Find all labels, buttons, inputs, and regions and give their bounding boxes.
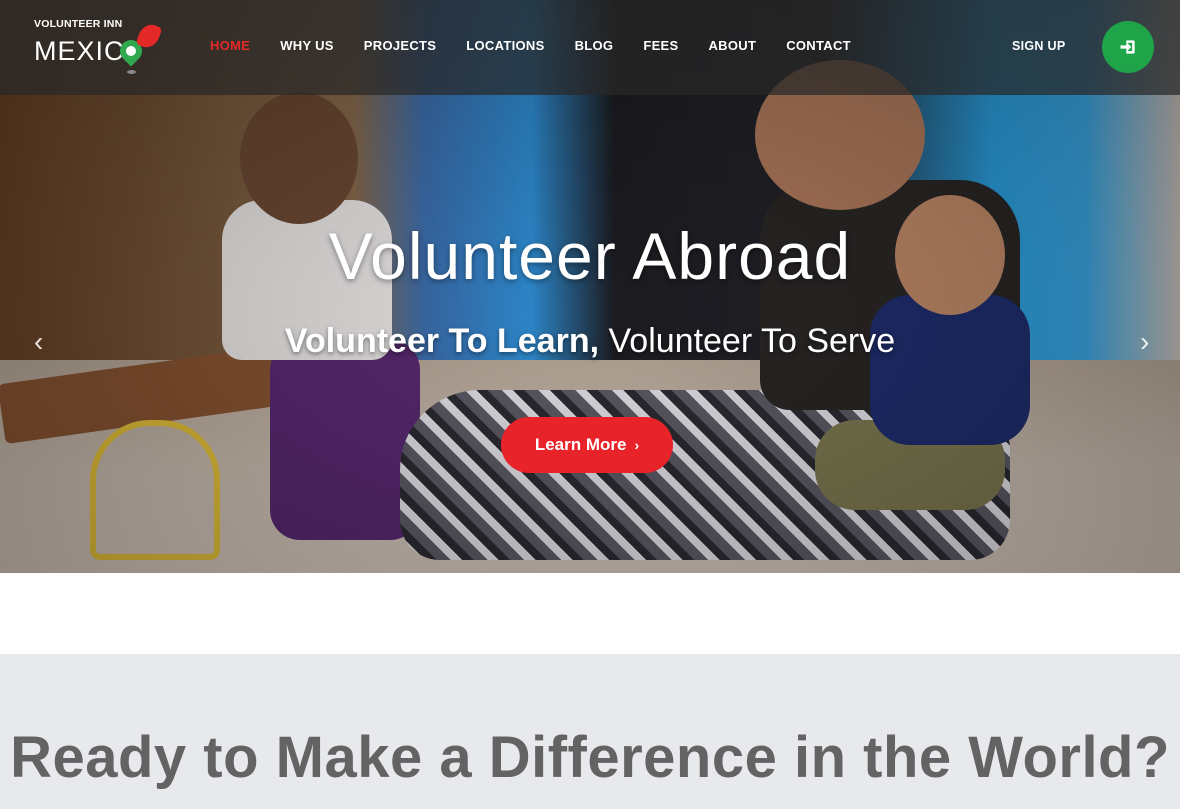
- call-to-action-section: Ready to Make a Difference in the World?: [0, 654, 1180, 809]
- learn-more-label: Learn More: [534, 435, 627, 454]
- nav-item-blog[interactable]: BLOG: [575, 38, 614, 53]
- main-nav: HOME WHY US PROJECTS LOCATIONS BLOG FEES…: [210, 38, 881, 53]
- slider-next-arrow[interactable]: ›: [1140, 326, 1149, 358]
- nav-item-locations[interactable]: LOCATIONS: [466, 38, 544, 53]
- learn-more-button[interactable]: Learn More ›: [501, 417, 673, 473]
- chevron-left-icon: ‹: [34, 326, 44, 357]
- section-heading: Ready to Make a Difference in the World?: [10, 725, 1170, 790]
- top-navbar: VOLUNTEER INN MEXIC HOME WHY US PROJECTS…: [0, 0, 1180, 95]
- nav-item-fees[interactable]: FEES: [643, 38, 678, 53]
- hero-subtitle: Volunteer To Learn, Volunteer To Serve: [0, 322, 1180, 361]
- hero-subtitle-light: Volunteer To Serve: [608, 322, 896, 360]
- nav-item-why-us[interactable]: WHY US: [280, 38, 334, 53]
- sign-up-link[interactable]: SIGN UP: [1012, 39, 1066, 53]
- nav-item-about[interactable]: ABOUT: [708, 38, 756, 53]
- logo-small-text: VOLUNTEER INN: [34, 18, 123, 30]
- nav-item-contact[interactable]: CONTACT: [786, 38, 851, 53]
- sign-in-icon: [1120, 40, 1135, 54]
- site-logo[interactable]: VOLUNTEER INN MEXIC: [34, 16, 164, 80]
- slider-prev-arrow[interactable]: ‹: [34, 326, 43, 358]
- hero-subtitle-bold: Volunteer To Learn,: [284, 322, 600, 360]
- chevron-right-icon: ›: [634, 437, 640, 453]
- nav-item-home[interactable]: HOME: [210, 38, 250, 53]
- nav-item-projects[interactable]: PROJECTS: [364, 38, 436, 53]
- login-button[interactable]: [1102, 21, 1154, 73]
- chevron-right-icon: ›: [1140, 326, 1150, 357]
- logo-big-text: MEXIC: [34, 36, 125, 66]
- pin-shadow: [127, 70, 136, 74]
- hero-title: Volunteer Abroad: [328, 219, 852, 293]
- spacer: [0, 573, 1180, 654]
